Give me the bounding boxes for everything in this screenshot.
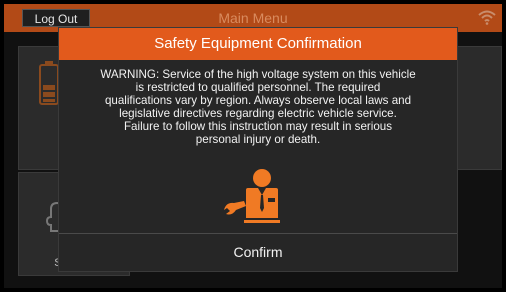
warning-line: is restricted to qualified personnel. Th…	[135, 81, 381, 94]
safety-confirmation-dialog: Safety Equipment Confirmation WARNING: S…	[58, 27, 458, 272]
battery-icon	[39, 61, 59, 105]
warning-line: qualifications vary by region. Always ob…	[104, 94, 412, 107]
technician-with-wrench-icon	[224, 169, 280, 223]
confirm-button[interactable]: Confirm	[59, 234, 457, 271]
warning-line: personal injury or death.	[195, 133, 321, 146]
warning-line: Failure to follow this instruction may r…	[123, 120, 393, 133]
menu-title: Main Menu	[218, 10, 288, 26]
warning-line: legislative directives regarding electri…	[119, 107, 397, 120]
right-tile[interactable]	[456, 46, 502, 170]
warning-line: WARNING: Service of the high voltage sys…	[100, 68, 416, 81]
warning-message: WARNING: Service of the high voltage sys…	[73, 68, 443, 146]
wifi-icon	[478, 10, 496, 25]
dialog-title: Safety Equipment Confirmation	[59, 28, 457, 60]
